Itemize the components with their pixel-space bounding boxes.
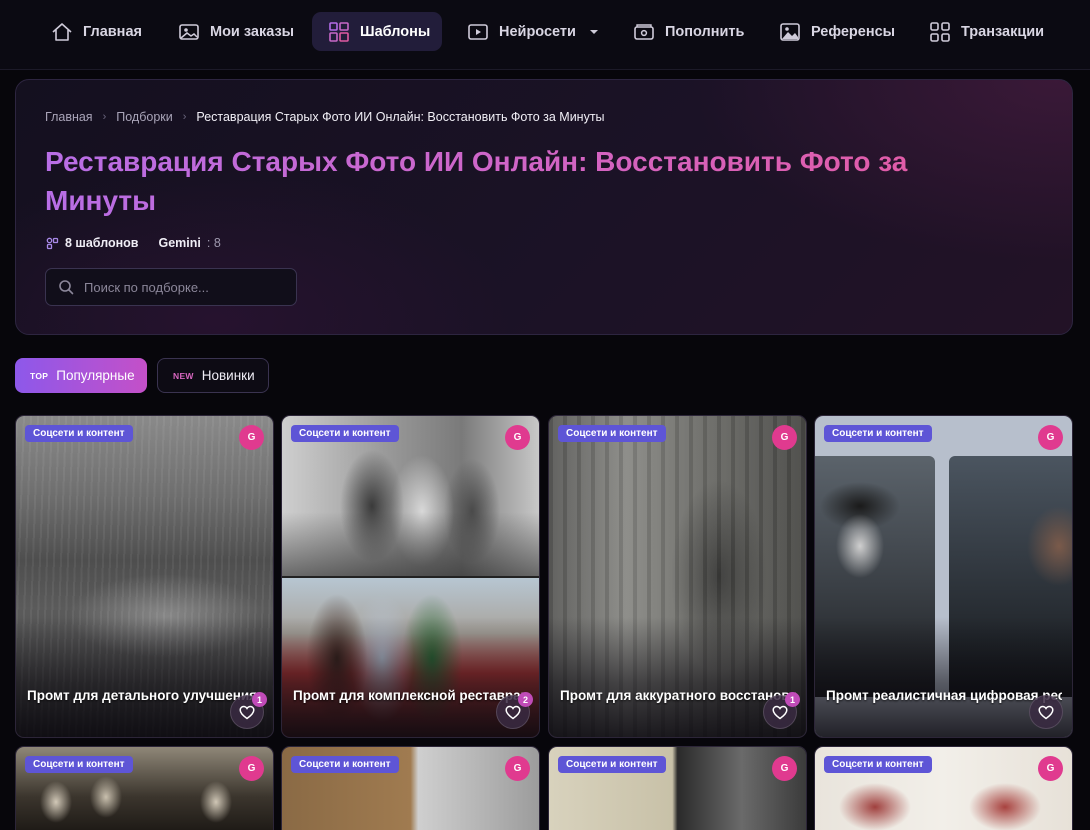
nav-item-label: Шаблоны (360, 23, 431, 40)
collection-meta: 8 шаблонов Gemini : 8 (46, 236, 221, 250)
category-badge: Соцсети и контент (824, 425, 932, 442)
card-title: Промт для комплексной реставрации и коло… (293, 688, 529, 703)
template-card[interactable]: Соцсети и контент G (281, 746, 540, 830)
breadcrumb-current: Реставрация Старых Фото ИИ Онлайн: Восст… (196, 110, 605, 124)
chevron-down-icon (589, 29, 598, 34)
filter-new-button[interactable]: NEW Новинки (157, 358, 269, 393)
nav-item-references[interactable]: Референсы (763, 12, 911, 51)
template-card[interactable]: Соцсети и контент G Промт для аккуратног… (548, 415, 807, 738)
heart-icon (239, 705, 255, 719)
nav-item-home[interactable]: Главная (35, 12, 158, 51)
template-card[interactable]: Соцсети и контент G Промт для детального… (15, 415, 274, 738)
wallet-icon (634, 23, 654, 40)
page-title: Реставрация Старых Фото ИИ Онлайн: Восст… (45, 142, 985, 220)
nav-item-label: Главная (83, 23, 142, 40)
heart-icon (772, 705, 788, 719)
templates-icon (46, 237, 59, 249)
nav-item-label: Транзакции (961, 23, 1045, 40)
category-badge: Соцсети и контент (291, 425, 399, 442)
new-tag: NEW (173, 370, 194, 381)
template-card[interactable]: Соцсети и контент G (548, 746, 807, 830)
picture-icon (780, 22, 800, 41)
category-badge: Соцсети и контент (25, 425, 133, 442)
search-icon (59, 280, 74, 295)
image-icon (179, 23, 199, 40)
like-count: 2 (518, 692, 533, 707)
template-card[interactable]: Соцсети и контент G Промт для комплексно… (281, 415, 540, 738)
breadcrumb: Главная › Подборки › Реставрация Старых … (45, 110, 605, 124)
model-badge: G (505, 425, 530, 450)
template-card[interactable]: Соцсети и контент G (814, 746, 1073, 830)
templates-count: 8 шаблонов (65, 236, 139, 250)
nav-item-transactions[interactable]: Транзакции (913, 12, 1060, 51)
template-card[interactable]: Соцсети и контент G Промт реалистичная ц… (814, 415, 1073, 738)
chevron-right-icon: › (182, 111, 187, 123)
nav-item-templates[interactable]: Шаблоны (312, 12, 442, 51)
category-badge: Соцсети и контент (824, 756, 932, 773)
play-icon (468, 23, 488, 40)
card-title: Промт для детального улучшения старого п… (27, 688, 263, 703)
heart-icon (1038, 705, 1054, 719)
templates-grid-icon (329, 21, 349, 42)
model-badge: G (1038, 425, 1063, 450)
nav-item-label: Референсы (811, 23, 896, 40)
like-count: 1 (252, 692, 267, 707)
category-badge: Соцсети и контент (291, 756, 399, 773)
favorite-button[interactable] (1029, 695, 1063, 729)
top-tag: TOP (30, 370, 49, 381)
heart-icon (505, 705, 521, 719)
model-name: Gemini (158, 236, 201, 250)
filter-popular-button[interactable]: TOP Популярные (15, 358, 147, 393)
category-badge: Соцсети и контент (25, 756, 133, 773)
favorite-button[interactable]: 2 (496, 692, 533, 729)
card-title: Промт реалистичная цифровая реставрация … (826, 688, 1062, 703)
grid-icon (930, 21, 950, 42)
template-card[interactable]: Соцсети и контент G (15, 746, 274, 830)
model-badge: G (772, 756, 797, 781)
search-box[interactable] (45, 268, 297, 306)
card-title: Промт для аккуратного восстановления ста… (560, 688, 796, 703)
nav-item-neural-networks[interactable]: Нейросети (451, 12, 616, 51)
filter-new-label: Новинки (201, 368, 255, 383)
favorite-button[interactable]: 1 (763, 692, 800, 729)
category-badge: Соцсети и контент (558, 756, 666, 773)
nav-item-top-up[interactable]: Пополнить (617, 12, 760, 51)
nav-item-label: Нейросети (499, 23, 576, 40)
nav-item-label: Пополнить (665, 23, 745, 40)
breadcrumb-link-collections[interactable]: Подборки (116, 110, 172, 124)
nav-item-label: Мои заказы (210, 23, 295, 40)
category-badge: Соцсети и контент (558, 425, 666, 442)
nav-item-orders[interactable]: Мои заказы (162, 12, 310, 51)
chevron-right-icon: › (102, 111, 107, 123)
collection-header: Главная › Подборки › Реставрация Старых … (15, 79, 1073, 335)
filter-popular-label: Популярные (56, 368, 135, 383)
like-count: 1 (785, 692, 800, 707)
model-badge: G (1038, 756, 1063, 781)
breadcrumb-link-home[interactable]: Главная (45, 110, 93, 124)
favorite-button[interactable]: 1 (230, 692, 267, 729)
home-icon (52, 22, 72, 41)
top-nav: Главная Мои заказы Шаблоны Нейросети Поп… (0, 0, 1090, 70)
model-badge: G (505, 756, 530, 781)
model-count: : 8 (206, 236, 221, 250)
model-badge: G (239, 425, 264, 450)
model-badge: G (772, 425, 797, 450)
search-input[interactable] (84, 279, 274, 295)
model-badge: G (239, 756, 264, 781)
